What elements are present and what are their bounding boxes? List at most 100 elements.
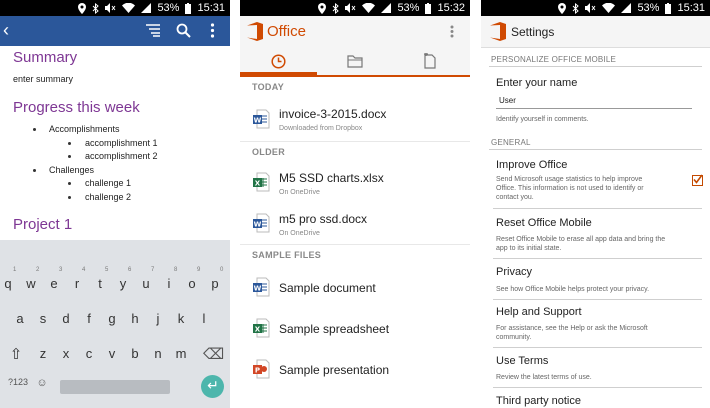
enter-key[interactable]: ↵ xyxy=(201,375,224,398)
name-input[interactable] xyxy=(496,93,692,107)
svg-text:P: P xyxy=(255,367,260,375)
bullet xyxy=(68,196,71,199)
help-title: Help and Support xyxy=(496,306,582,318)
key-hint: 0 xyxy=(220,267,224,273)
status-bar: 53% 15:32 xyxy=(240,0,470,16)
key-f[interactable]: f xyxy=(79,311,99,326)
key-hint: 3 xyxy=(59,267,63,273)
space-bar[interactable] xyxy=(60,380,170,394)
key-x[interactable]: x xyxy=(56,346,76,361)
improve-checkbox[interactable] xyxy=(692,174,703,186)
terms-title: Use Terms xyxy=(496,355,549,367)
divider xyxy=(493,208,702,209)
key-j[interactable]: j xyxy=(148,311,168,326)
key-hint: 7 xyxy=(151,267,155,273)
clock: 15:31 xyxy=(197,2,225,14)
key-c[interactable]: c xyxy=(79,346,99,361)
key-l[interactable]: l xyxy=(194,311,214,326)
list-item-accomplishment-1[interactable]: accomplishment 1 xyxy=(85,138,158,148)
office-logo-icon[interactable] xyxy=(490,22,506,41)
improve-desc-line: Send Microsoft usage statistics to help … xyxy=(496,176,643,183)
divider xyxy=(493,258,702,259)
bullet xyxy=(68,155,71,158)
more-options-icon[interactable] xyxy=(450,25,454,38)
location-icon xyxy=(318,2,327,14)
signal-icon xyxy=(141,3,152,13)
word-file-icon: W xyxy=(253,109,270,129)
shift-icon[interactable]: ⇧ xyxy=(6,345,26,363)
heading-summary[interactable]: Summary xyxy=(13,49,77,66)
bluetooth-icon xyxy=(573,2,580,14)
key-w[interactable]: w xyxy=(21,276,41,291)
search-icon[interactable] xyxy=(176,23,191,38)
section-general: GENERAL xyxy=(491,138,531,147)
battery-percent: 53% xyxy=(637,2,660,14)
reset-desc-line: Reset Office Mobile to erase all app dat… xyxy=(496,236,666,243)
key-t[interactable]: t xyxy=(90,276,110,291)
third-party-title: Third party notice xyxy=(496,395,581,407)
key-o[interactable]: o xyxy=(182,276,202,291)
file-name: M5 SSD charts.xlsx xyxy=(279,171,384,185)
divider xyxy=(240,141,470,142)
list-item-accomplishments[interactable]: Accomplishments xyxy=(49,124,120,134)
list-item-accomplishment-2[interactable]: accomplishment 2 xyxy=(85,151,158,161)
wifi-icon xyxy=(122,3,136,13)
sample-name: Sample spreadsheet xyxy=(279,322,390,336)
key-m[interactable]: m xyxy=(171,346,191,361)
key-g[interactable]: g xyxy=(102,311,122,326)
key-r[interactable]: r xyxy=(67,276,87,291)
list-item-challenges[interactable]: Challenges xyxy=(49,165,94,175)
word-file-icon: W xyxy=(253,277,270,297)
key-e[interactable]: e xyxy=(44,276,64,291)
key-hint: 1 xyxy=(13,267,17,273)
list-item-challenge-2[interactable]: challenge 2 xyxy=(85,192,131,202)
reset-desc-line: app to its initial state. xyxy=(496,245,562,252)
section-today: TODAY xyxy=(252,82,285,92)
heading-progress[interactable]: Progress this week xyxy=(13,99,140,116)
divider xyxy=(489,149,702,150)
location-icon xyxy=(78,2,87,14)
key-k[interactable]: k xyxy=(171,311,191,326)
key-v[interactable]: v xyxy=(102,346,122,361)
heading-project-1[interactable]: Project 1 xyxy=(13,216,72,233)
settings-screen: 53% 15:31 Settings PERSONALIZE OFFICE MO… xyxy=(481,0,710,408)
section-older: OLDER xyxy=(252,147,285,157)
key-q[interactable]: q xyxy=(0,276,18,291)
battery-percent: 53% xyxy=(157,2,180,14)
key-b[interactable]: b xyxy=(125,346,145,361)
list-item-challenge-1[interactable]: challenge 1 xyxy=(85,178,131,188)
more-options-icon[interactable] xyxy=(210,23,215,38)
office-recent-screen: 53% 15:32 Office TODAY W invoice-3-2015.… xyxy=(240,0,470,408)
battery-icon xyxy=(665,2,672,14)
divider xyxy=(493,347,702,348)
divider xyxy=(489,66,702,67)
back-arrow-icon[interactable]: ‹ xyxy=(3,20,9,40)
file-location: On OneDrive xyxy=(279,189,320,196)
backspace-icon[interactable]: ⌫ xyxy=(203,345,224,363)
key-s[interactable]: s xyxy=(33,311,53,326)
help-desc-line: community. xyxy=(496,334,532,341)
outline-list-icon[interactable] xyxy=(145,23,161,37)
key-p[interactable]: p xyxy=(205,276,225,291)
tab-recent-clock-icon[interactable] xyxy=(271,54,286,69)
tab-open-folder-icon[interactable] xyxy=(347,55,363,68)
key-u[interactable]: u xyxy=(136,276,156,291)
summary-text[interactable]: enter summary xyxy=(13,74,73,84)
key-y[interactable]: y xyxy=(113,276,133,291)
key-h[interactable]: h xyxy=(125,311,145,326)
document-body[interactable]: Summary enter summary Progress this week… xyxy=(0,46,230,240)
emoji-icon[interactable]: ☺ xyxy=(32,377,52,389)
office-header: Office xyxy=(240,16,470,48)
symbols-key[interactable]: ?123 xyxy=(5,377,31,387)
improve-desc-line: Office. This information is not used to … xyxy=(496,185,644,192)
key-hint: 5 xyxy=(105,267,109,273)
key-n[interactable]: n xyxy=(148,346,168,361)
word-file-icon: W xyxy=(253,213,270,233)
key-z[interactable]: z xyxy=(33,346,53,361)
tab-new-document-icon[interactable] xyxy=(423,53,437,69)
checkmark-icon xyxy=(693,174,703,184)
key-a[interactable]: a xyxy=(10,311,30,326)
key-i[interactable]: i xyxy=(159,276,179,291)
signal-icon xyxy=(381,3,392,13)
key-d[interactable]: d xyxy=(56,311,76,326)
